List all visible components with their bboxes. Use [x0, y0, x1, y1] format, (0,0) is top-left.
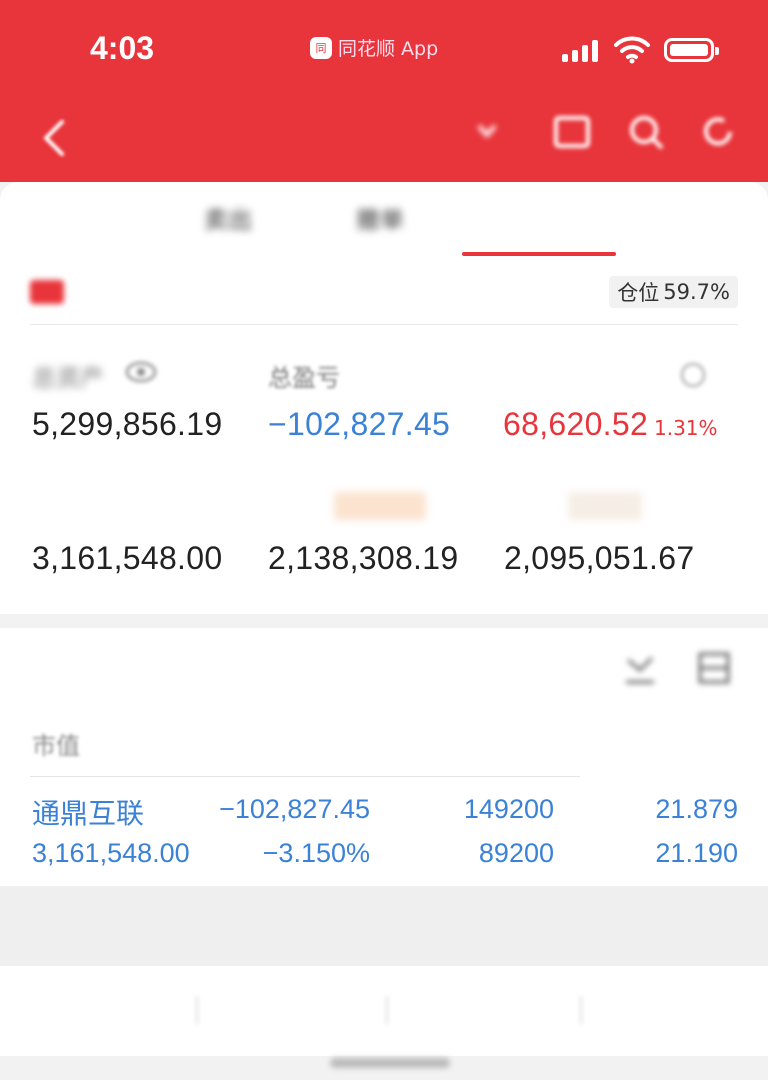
history-bar: [0, 886, 768, 966]
battery-icon: [664, 38, 719, 62]
stock-price: 21.190: [655, 838, 738, 868]
stock-available-shares: 89200: [478, 838, 554, 868]
chart-toggle-icon[interactable]: [622, 650, 658, 686]
today-pnl-percent: 1.31%: [654, 416, 718, 440]
holdings-section: 市值 通鼎互联 3,161,548.00 −102,827.45 −3.150%…: [0, 628, 768, 886]
total-pnl-value: −102,827.45: [268, 406, 451, 442]
stock-shares: 149200: [463, 794, 554, 824]
wifi-icon: [614, 36, 650, 64]
total-assets-label: 总资产: [32, 364, 104, 392]
tab-sell[interactable]: 卖出: [204, 200, 252, 235]
divider: [386, 996, 388, 1024]
account-selector[interactable]: [300, 100, 470, 170]
divider: [30, 776, 580, 777]
search-icon[interactable]: [624, 110, 668, 154]
bottom-actions: [0, 966, 768, 1056]
col-header-market-value: 市值: [32, 732, 80, 760]
market-value-value: 3,161,548.00: [32, 540, 223, 576]
carrier-label: 同 同花顺 App: [310, 34, 438, 61]
bank-transfer-tag[interactable]: [334, 492, 426, 520]
carrier-text: 同花顺 App: [338, 38, 439, 60]
divider: [196, 996, 198, 1024]
divider: [30, 324, 738, 325]
account-flag-icon: [30, 280, 64, 304]
withdrawable-value: 2,095,051.67: [504, 540, 695, 576]
message-icon[interactable]: [550, 110, 594, 154]
status-bar: 4:03 同 同花顺 App: [0, 0, 768, 100]
list-toggle-icon[interactable]: [696, 650, 732, 686]
position-ratio-badge: 仓位 59.7%: [609, 276, 738, 308]
tab-active-indicator: [462, 252, 616, 256]
position-label: 仓位: [617, 281, 660, 305]
info-icon[interactable]: [680, 362, 706, 388]
eye-icon[interactable]: [124, 360, 158, 384]
stock-pnl-percent: −3.150%: [262, 838, 370, 868]
stock-name[interactable]: 通鼎互联: [32, 792, 144, 832]
total-assets-value: 5,299,856.19: [32, 406, 223, 442]
tab-cancel[interactable]: 撤单: [356, 200, 404, 235]
stock-pnl: −102,827.45: [219, 794, 370, 824]
position-value: 59.7%: [663, 280, 730, 304]
total-pnl-label: 总盈亏: [268, 364, 340, 392]
stock-cost: 21.879: [655, 794, 738, 824]
signal-icon: [562, 38, 598, 62]
nav-bar: [0, 100, 768, 182]
app-header: 4:03 同 同花顺 App: [0, 0, 768, 182]
status-time: 4:03: [90, 30, 155, 66]
stock-market-value: 3,161,548.00: [32, 838, 190, 868]
today-pnl-value: 68,620.52: [503, 406, 649, 442]
withdraw-tag[interactable]: [568, 492, 642, 520]
available-value: 2,138,308.19: [268, 540, 459, 576]
home-indicator: [330, 1058, 450, 1068]
refresh-icon[interactable]: [696, 110, 740, 154]
trade-tabs: 卖出 撤单: [0, 182, 768, 258]
app-logo-icon: 同: [310, 36, 332, 59]
chevron-down-icon[interactable]: [476, 122, 498, 140]
account-row: 仓位 59.7%: [30, 272, 738, 314]
divider: [580, 996, 582, 1024]
chevron-left-icon[interactable]: [38, 118, 72, 158]
asset-summary: 仓位 59.7% 总资产 5,299,856.19 总盈亏 −102,827.4…: [0, 258, 768, 614]
